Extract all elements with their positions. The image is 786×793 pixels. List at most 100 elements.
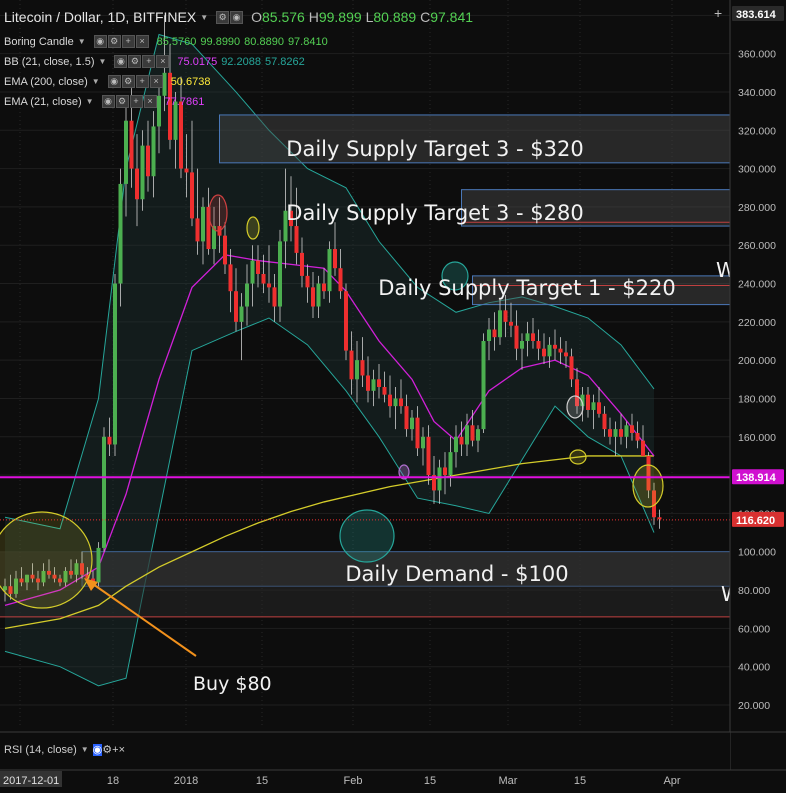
price-tick-label: 80.000 [738,585,770,597]
indicator-name[interactable]: Boring Candle [4,36,74,48]
price-tick-label: 360.000 [738,49,776,61]
indicator-value: 50.6738 [170,75,211,88]
price-tick-label: 240.000 [738,279,776,291]
indicator-row-bb: BB (21, close, 1.5) ▼ ◉ ⚙ + × 75.0175 92.20… [4,55,305,68]
zone-label: Daily Supply Target 1 - $220 [378,276,675,300]
candle-body [305,275,310,288]
price-tick-label: 40.000 [738,662,770,674]
symbol-title[interactable]: Litecoin / Dollar, 1D, BITFINEX [4,9,196,25]
indicator-name[interactable]: EMA (21, close) [4,96,82,108]
add-icon[interactable]: + [135,75,149,88]
rsi-dropdown-icon[interactable]: ▼ [81,745,89,754]
candle-body [597,402,601,414]
indicator-name[interactable]: BB (21, close, 1.5) [4,56,95,68]
indicator-dropdown-icon[interactable]: ▼ [86,97,94,106]
candle-body [542,348,546,357]
indicator-value: 92.2088 [221,55,261,68]
candle-body [300,252,304,276]
candle-body [602,413,607,430]
highlight-ellipse [569,449,587,465]
indicator-dropdown-icon[interactable]: ▼ [99,57,107,66]
close-icon[interactable]: × [156,55,170,68]
candle-body [140,145,145,200]
candle-body [223,235,227,265]
demand-touch-ellipse [339,509,395,563]
eye-icon[interactable]: ◉ [230,10,244,24]
indicator-value: 80.8890 [244,35,284,48]
indicator-dropdown-icon[interactable]: ▼ [92,77,100,86]
add-icon[interactable]: + [129,95,143,108]
settings-icon[interactable]: ⚙ [107,35,121,48]
indicator-buttons: ◉ ⚙ + × [101,95,157,108]
candle-body [404,406,409,430]
candle-body [107,436,112,445]
candle-body [118,183,123,284]
candle-body [536,341,541,349]
candle [481,333,486,433]
candle [96,542,101,587]
candle-body [234,291,238,322]
zone-label: Daily Demand - $100 [345,562,568,586]
top-price-label: 383.614 [736,9,777,21]
rsi-pane-header: RSI (14, close) ▼ ◉⚙+× [4,743,125,756]
open-value: 85.576 [262,9,305,25]
price-tick-label: 300.000 [738,164,776,176]
crosshair-plus-icon: + [714,5,722,21]
settings-icon[interactable]: ⚙ [121,75,135,88]
close-icon[interactable]: × [149,75,163,88]
candle-body [426,436,431,476]
eye-icon[interactable]: ◉ [93,35,107,48]
indicator-dropdown-icon[interactable]: ▼ [78,37,86,46]
symbol-dropdown-icon[interactable]: ▼ [200,13,208,22]
settings-icon[interactable]: ⚙ [115,95,129,108]
price-tick-label: 180.000 [738,393,776,405]
candle-body [558,348,563,353]
indicator-name[interactable]: EMA (200, close) [4,76,88,88]
candle-body [250,260,255,284]
time-tick-label: Mar [499,775,518,787]
rsi-label[interactable]: RSI (14, close) [4,744,77,756]
add-icon[interactable]: + [121,35,135,48]
settings-icon[interactable]: ⚙ [102,744,112,756]
candle-body [514,325,519,349]
candle-body [399,398,403,407]
candle-body [459,436,464,445]
buy-zone-ellipse [0,511,93,609]
add-icon[interactable]: + [142,55,156,68]
settings-icon[interactable]: ⚙ [128,55,142,68]
indicator-value: 99.8990 [200,35,241,48]
eye-icon[interactable]: ◉ [107,75,121,88]
candle-body [619,429,623,437]
candle-body [322,283,326,292]
candle-body [113,283,117,445]
candle-body [102,436,106,548]
candle-body [382,386,387,395]
close-icon[interactable]: × [143,95,157,108]
magenta-price-label: 138.914 [736,472,777,484]
high-label: H [308,9,319,25]
candle-body [553,344,557,349]
candle-body [641,440,645,456]
candle-body [135,168,139,200]
candle-body [245,283,249,307]
close-icon[interactable]: × [119,744,125,756]
eye-icon[interactable]: ◉ [92,744,103,756]
time-tick-label: Apr [663,775,680,787]
price-tick-label: 320.000 [738,125,776,137]
price-tick-label: 260.000 [738,240,776,252]
indicator-row-boring-candle: Boring Candle ▼ ◉ ⚙ + × 85.5760 99.8990 80.… [4,35,328,48]
eye-icon[interactable]: ◉ [114,55,128,68]
indicator-value: 75.0175 [177,55,218,68]
price-chart[interactable]: Daily Supply Target 3 - $320 Daily Supply… [0,0,786,793]
candle-body [564,352,568,357]
candle [344,283,348,361]
close-label: C [420,9,431,25]
time-tick-label: 2017-12-01 [3,775,59,787]
close-icon[interactable]: × [135,35,149,48]
candle-body [349,350,354,380]
candle-body [278,241,282,307]
candle-body [421,436,425,449]
settings-icon[interactable]: ⚙ [216,10,230,24]
eye-icon[interactable]: ◉ [101,95,115,108]
indicator-value: 85.5760 [156,35,197,48]
